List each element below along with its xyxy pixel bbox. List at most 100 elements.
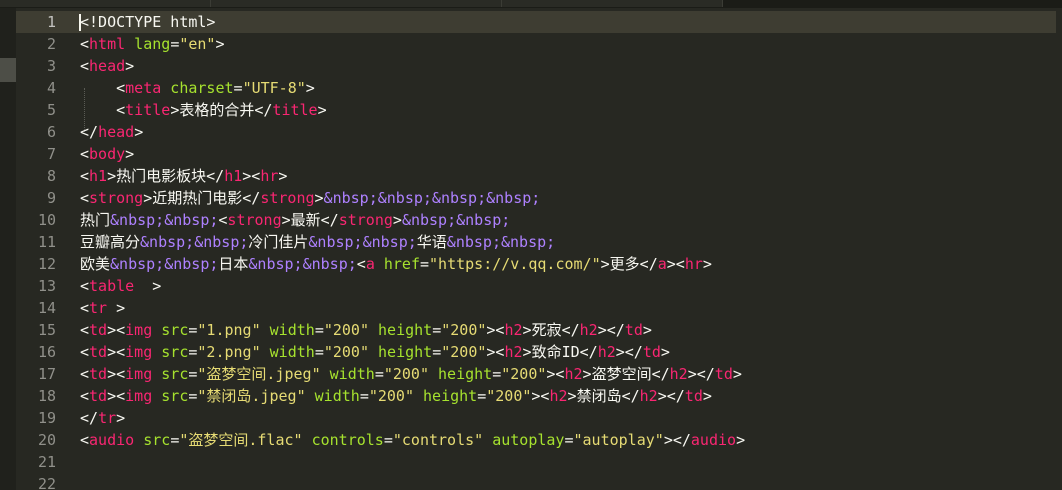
punctuation-token: > [600,255,610,273]
code-line[interactable]: 18 <td><img src="禁闭岛.jpeg" width="200" he… [16,385,1056,407]
punctuation-token: < [80,387,90,405]
punctuation-token: > [143,189,153,207]
attribute-token: href [374,255,420,273]
tag-name-token: td [89,387,108,405]
tag-name-token: td [89,321,108,339]
punctuation-token: < [80,57,90,75]
code-text[interactable]: <td><img src="2.png" width="200" height=… [80,341,670,363]
punctuation-token: >< [107,321,126,339]
tag-name-token: head [98,123,135,141]
editor-tab[interactable] [502,0,723,7]
punctuation-token: < [80,299,90,317]
code-editor[interactable]: 1 <!DOCTYPE html> 2 <html lang="en"> 3 <head>… [0,0,1062,490]
tag-name-token: img [125,343,153,361]
editor-tab[interactable] [211,0,502,7]
punctuation-token: = [170,431,180,449]
code-text[interactable]: <td><img src="禁闭岛.jpeg" width="200" heig… [80,385,712,407]
code-line[interactable]: 4 <meta charset="UTF-8"> [16,77,1056,99]
code-line[interactable]: 6 </head> [16,121,1056,143]
string-token: "UTF-8" [242,79,306,97]
line-number: 14 [37,299,56,317]
code-line[interactable]: 22 [16,473,1056,490]
punctuation-token: < [80,365,90,383]
code-line[interactable]: 15 <td><img src="1.png" width="200" heigh… [16,319,1056,341]
string-token: "200" [441,321,487,339]
code-line[interactable]: 5 <title>表格的合并</title> [16,99,1056,121]
code-line[interactable]: 9 <strong>近期热门电影</strong>&nbsp;&nbsp;&nbs… [16,187,1056,209]
code-line[interactable]: 11 豆瓣高分&nbsp;&nbsp;冷门佳片&nbsp;&nbsp;华语&nbs… [16,231,1056,253]
string-token: "200" [383,365,429,383]
code-line[interactable]: 19 </tr> [16,407,1056,429]
string-token: "盗梦空间.flac" [179,431,303,449]
tag-name-token: head [89,57,126,75]
code-text[interactable]: <table > [80,275,161,297]
code-text[interactable]: <head> [80,55,134,77]
code-line[interactable]: 1 <!DOCTYPE html> [16,11,1056,33]
punctuation-token: = [420,255,430,273]
tag-name-token: strong [227,211,282,229]
code-line[interactable]: 12 欧美&nbsp;&nbsp;日本&nbsp;&nbsp;<a href="h… [16,253,1056,275]
code-text[interactable]: <strong>近期热门电影</strong>&nbsp;&nbsp;&nbsp… [80,187,540,209]
punctuation-token: >< [666,255,685,273]
line-number: 4 [46,79,56,97]
code-text[interactable]: <!DOCTYPE html> [80,11,215,33]
tag-name-token: h2 [639,387,658,405]
string-token: "200" [323,343,369,361]
text-token: 致命ID [531,343,580,361]
code-text[interactable]: <meta charset="UTF-8"> [80,77,315,99]
tag-name-token: h2 [597,343,616,361]
tag-name-token: h2 [549,387,568,405]
tag-name-token: img [125,321,153,339]
punctuation-token: > [702,387,712,405]
code-text[interactable]: <td><img src="盗梦空间.jpeg" width="200" hei… [80,363,742,385]
punctuation-token: < [80,277,90,295]
code-line[interactable]: 13 <table > [16,275,1056,297]
code-text[interactable]: </head> [80,121,143,143]
punctuation-token: = [314,321,324,339]
punctuation-token: >< [531,387,550,405]
code-text[interactable]: <td><img src="1.png" width="200" height=… [80,319,652,341]
code-line[interactable]: 10 热门&nbsp;&nbsp;<strong>最新</strong>&nbsp… [16,209,1056,231]
code-text[interactable]: 欧美&nbsp;&nbsp;日本&nbsp;&nbsp;<a href="htt… [80,253,712,275]
tag-name-token: hr [260,167,279,185]
code-line[interactable]: 7 <body> [16,143,1056,165]
attribute-token: src [152,343,189,361]
code-line[interactable]: 2 <html lang="en"> [16,33,1056,55]
tag-name-token: td [642,343,661,361]
code-text[interactable]: <html lang="en"> [80,33,225,55]
punctuation-token: = [477,387,487,405]
punctuation-token: </ [320,211,339,229]
attribute-token: width [260,343,315,361]
code-text[interactable]: <body> [80,143,134,165]
code-text[interactable]: <tr > [80,297,125,319]
tag-name-token: body [89,145,126,163]
code-text[interactable]: 豆瓣高分&nbsp;&nbsp;冷门佳片&nbsp;&nbsp;华语&nbsp;… [80,231,555,253]
code-line[interactable]: 16 <td><img src="2.png" width="200" heigh… [16,341,1056,363]
code-text[interactable]: <title>表格的合并</title> [80,99,326,121]
entity-token: &nbsp;&nbsp; [308,233,417,251]
line-number: 11 [37,233,56,251]
string-token: "200" [501,365,547,383]
code-text[interactable]: 热门&nbsp;&nbsp;<strong>最新</strong>&nbsp;&… [80,209,510,231]
code-line[interactable]: 17 <td><img src="盗梦空间.jpeg" width="200" h… [16,363,1056,385]
code-lines[interactable]: 1 <!DOCTYPE html> 2 <html lang="en"> 3 <head>… [16,11,1056,490]
tag-name-token: h2 [669,365,688,383]
tag-name-token: td [714,365,733,383]
scroll-marker[interactable] [0,58,16,82]
code-text[interactable]: </tr> [80,407,125,429]
code-line[interactable]: 3 <head> [16,55,1056,77]
text-token: 华语 [416,233,447,251]
punctuation-token: </ [80,123,99,141]
attribute-token: src [152,387,189,405]
code-text[interactable]: <h1>热门电影板块</h1><hr> [80,165,287,187]
punctuation-token: > [702,255,712,273]
code-line[interactable]: 14 <tr > [16,297,1056,319]
code-line[interactable]: 20 <audio src="盗梦空间.flac" controls="contr… [16,429,1056,451]
tag-name-token: tr [89,299,108,317]
code-line[interactable]: 21 [16,451,1056,473]
code-line[interactable]: 8 <h1>热门电影板块</h1><hr> [16,165,1056,187]
code-text[interactable]: <audio src="盗梦空间.flac" controls="control… [80,429,745,451]
editor-tab[interactable] [0,0,211,7]
attribute-token: charset [161,79,234,97]
punctuation-token: </ [206,167,225,185]
